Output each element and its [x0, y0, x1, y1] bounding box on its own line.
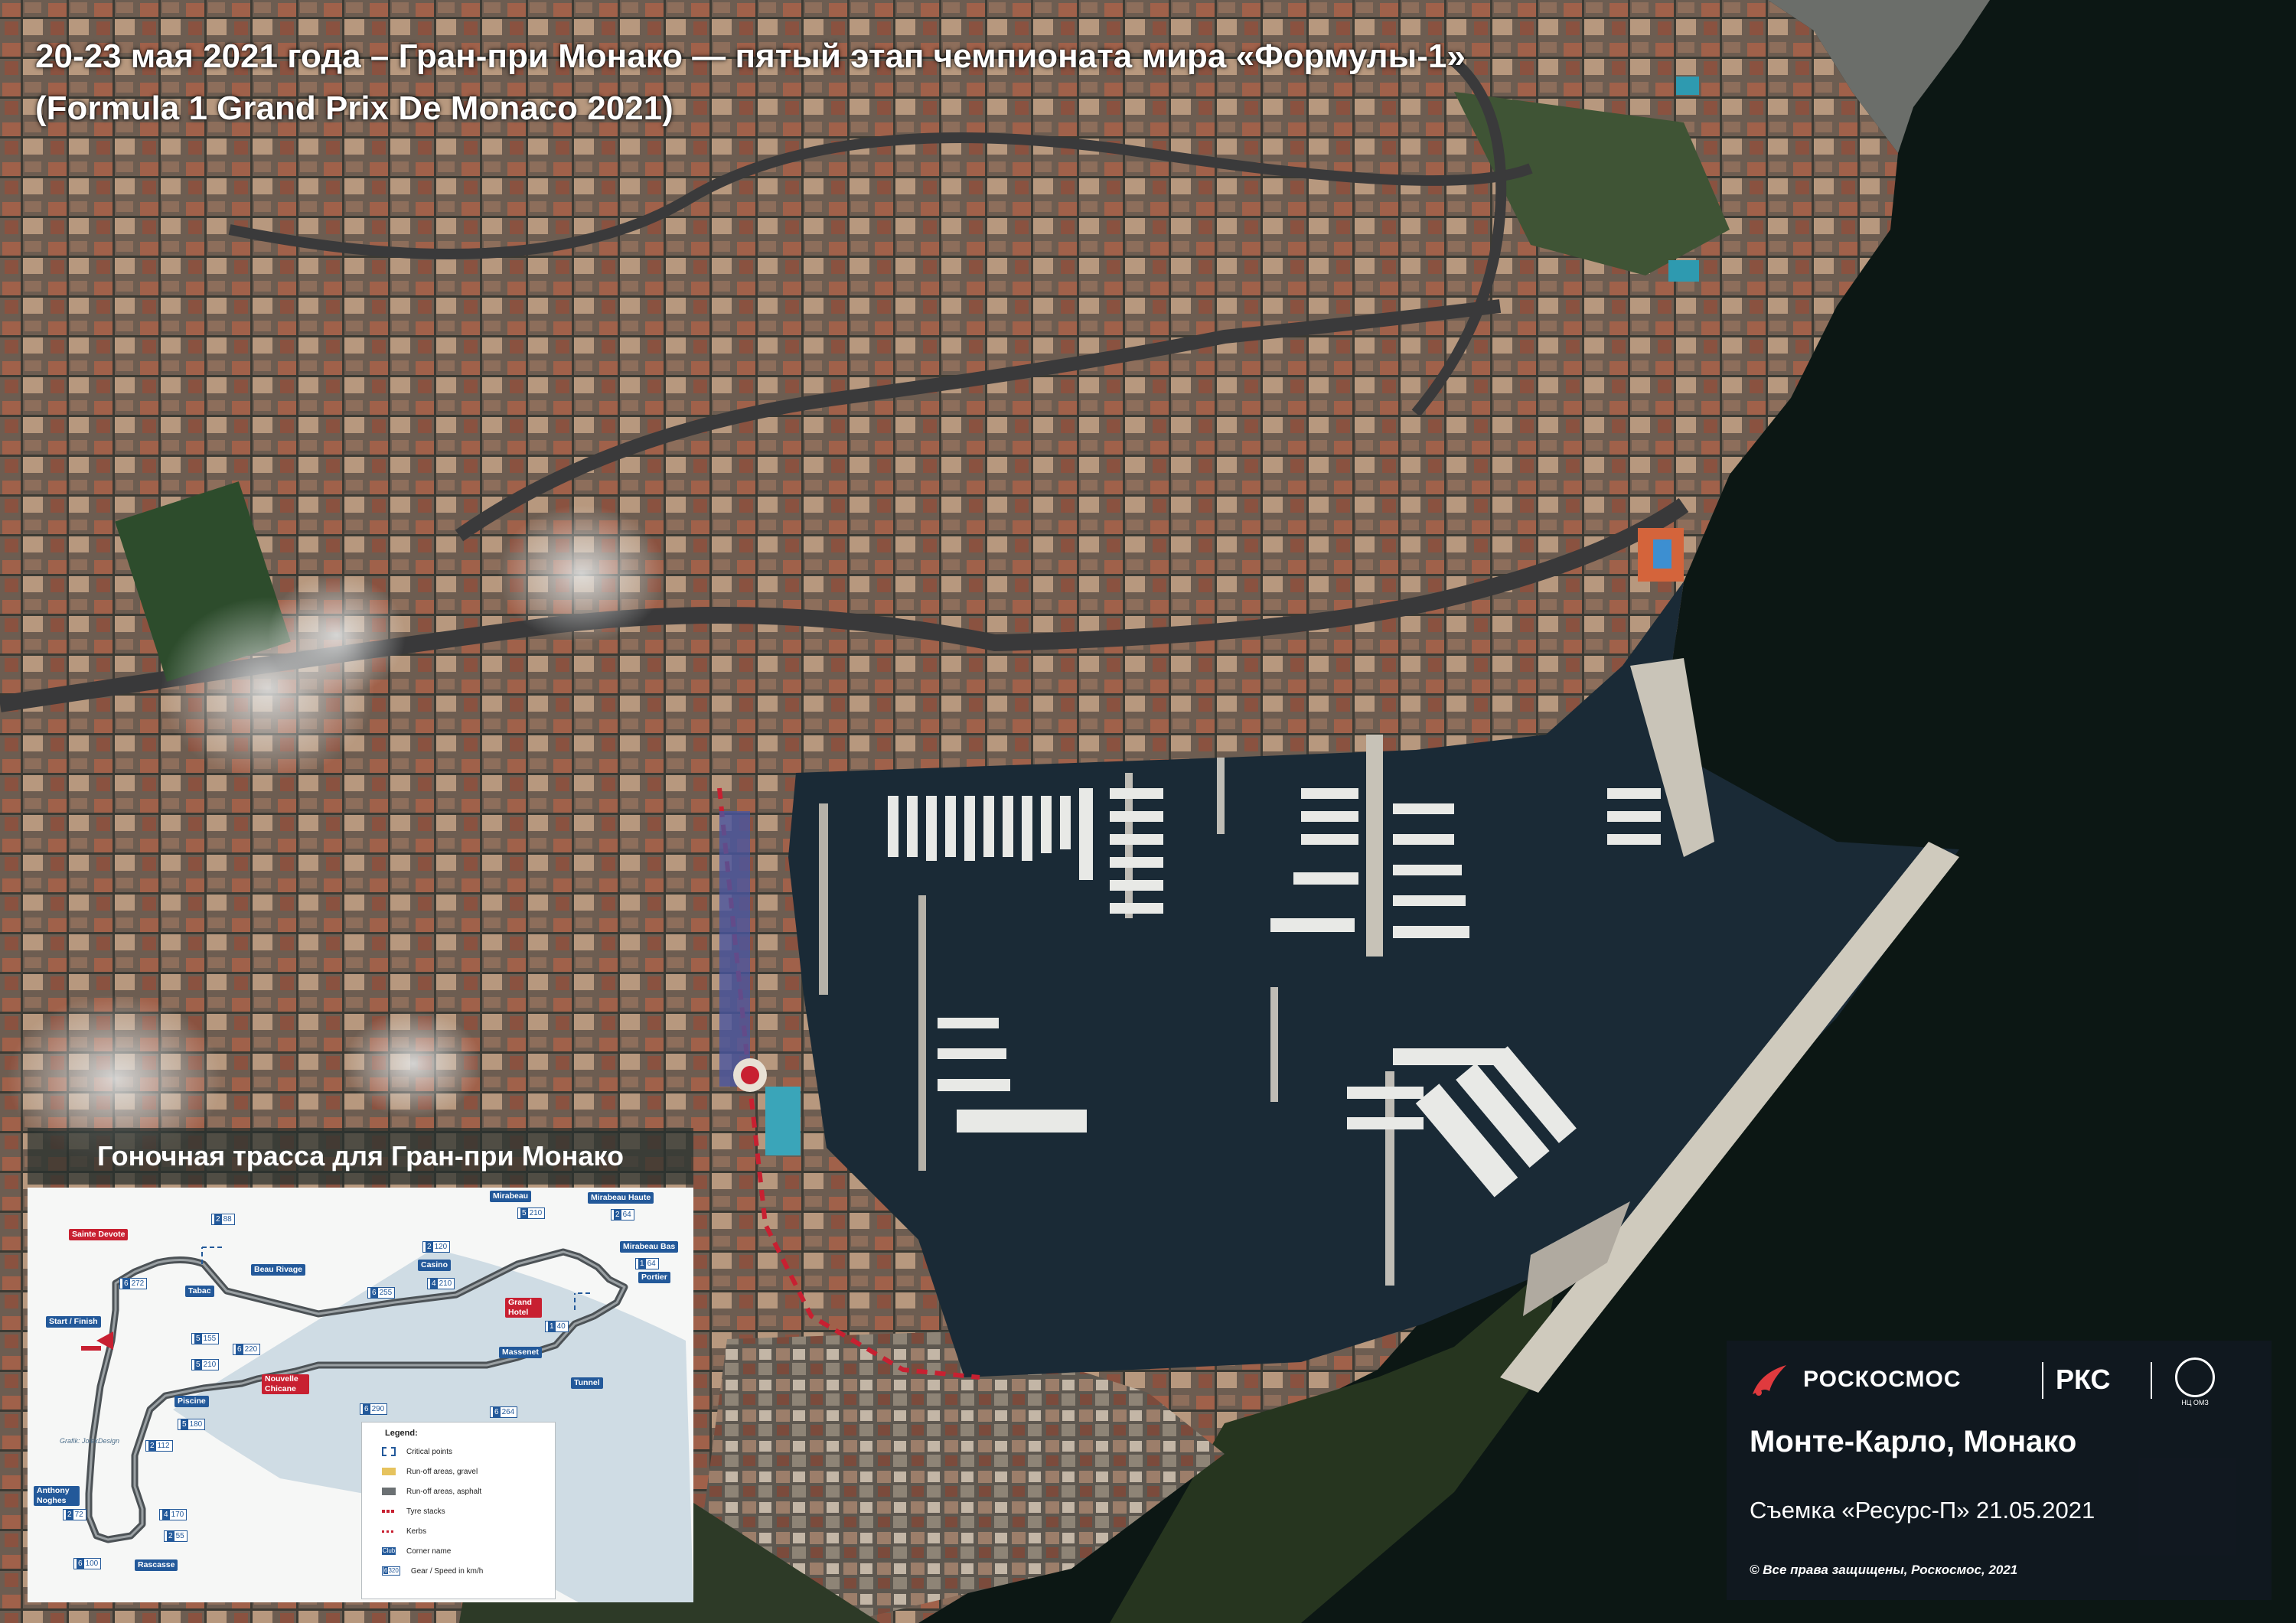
capture-info: Съемка «Ресурс-П» 21.05.2021 [1750, 1497, 2095, 1524]
speed-marker: 4 170 [159, 1509, 188, 1520]
corner-start-finish: Start / Finish [46, 1316, 101, 1328]
copyright: © Все права защищены, Роскосмос, 2021 [1750, 1563, 2018, 1577]
legend-item-kerbs: Kerbs [382, 1525, 553, 1539]
speed-marker: 5 180 [178, 1419, 206, 1430]
legend-item-asphalt: Run-off areas, asphalt [382, 1485, 553, 1499]
corner-sainte-devote: Sainte Devote [69, 1229, 129, 1240]
corner-mirabeau-bas: Mirabeau Bas [620, 1241, 679, 1253]
speed-marker: 6 290 [360, 1403, 388, 1415]
corner-nouvelle-chicane: Nouvelle Chicane [262, 1374, 309, 1394]
circuit-track-drawing [81, 1247, 693, 1602]
corner-casino: Casino [418, 1260, 452, 1271]
speed-marker: 6 264 [490, 1406, 518, 1418]
graphic-credit: Grafik: JolekDesign [60, 1437, 120, 1445]
legend-item-gear-speed: 6320 Gear / Speed in km/h [382, 1565, 553, 1579]
corner-rascasse: Rascasse [135, 1559, 178, 1571]
title-line-2: (Formula 1 Grand Prix De Monaco 2021) [35, 90, 673, 127]
circuit-inset: Гоночная трасса для Гран-при Монако Sain… [28, 1128, 693, 1602]
speed-marker: 2 120 [422, 1241, 451, 1253]
corner-portier: Portier [638, 1272, 670, 1283]
legend: Legend: Critical points Run-off areas, g… [361, 1422, 556, 1599]
legend-item-gravel: Run-off areas, gravel [382, 1465, 553, 1479]
title-line-1: 20-23 мая 2021 года – Гран-при Монако — … [35, 37, 1466, 75]
speed-marker: 5 210 [517, 1207, 546, 1219]
legend-item-critical-points: Critical points [382, 1445, 553, 1459]
speed-marker: 2 55 [164, 1530, 188, 1542]
corner-mirabeau-haute: Mirabeau Haute [588, 1192, 654, 1204]
corner-massenet: Massenet [499, 1347, 542, 1358]
speed-marker: 2 112 [145, 1440, 173, 1452]
legend-item-tyre-stacks: Tyre stacks [382, 1505, 553, 1519]
speed-marker: 6 100 [73, 1558, 102, 1569]
corner-tunnel: Tunnel [571, 1377, 603, 1389]
logo-divider [2151, 1362, 2152, 1399]
speed-marker: 5 210 [191, 1359, 220, 1370]
omz-emblem-caption: НЦ ОМЗ [2181, 1399, 2209, 1406]
roscosmos-wordmark: РОСКОСМОС [1803, 1367, 1962, 1392]
circuit-map-panel: Sainte Devote Beau Rivage Mirabeau Mirab… [28, 1188, 693, 1602]
speed-marker: 6 255 [367, 1287, 396, 1299]
inset-title: Гоночная трасса для Гран-при Монако [28, 1128, 693, 1185]
speed-marker: 6 272 [119, 1278, 148, 1289]
logos-row: РОСКОСМОС РКС НЦ ОМЗ [1746, 1357, 2256, 1406]
corner-beau-rivage: Beau Rivage [251, 1264, 306, 1276]
speed-marker: 4 210 [427, 1278, 455, 1289]
roscosmos-logo-icon [1753, 1365, 1786, 1396]
logo-divider [2042, 1362, 2043, 1399]
corner-anthony-noghes: Anthony Noghes [34, 1486, 80, 1506]
corner-mirabeau: Mirabeau [490, 1191, 532, 1202]
legend-item-corner-name: Club Corner name [382, 1547, 452, 1556]
speed-marker: 5 155 [191, 1333, 220, 1344]
speed-marker: 6 220 [233, 1344, 261, 1355]
location-title: Монте-Карло, Монако [1750, 1425, 2077, 1458]
corner-piscine: Piscine [174, 1396, 209, 1407]
omz-emblem-icon [2175, 1357, 2215, 1397]
speed-marker: 2 72 [63, 1509, 86, 1520]
corner-grand-hotel: Grand Hotel [505, 1298, 542, 1318]
rks-wordmark: РКС [2056, 1364, 2111, 1395]
speed-marker: 1 64 [635, 1258, 659, 1269]
speed-marker: 1 40 [545, 1321, 569, 1332]
corner-tabac: Tabac [185, 1286, 214, 1297]
speed-marker: 2 88 [211, 1214, 235, 1225]
caption-panel: РОСКОСМОС РКС НЦ ОМЗ Монте-Карло, Монако… [1727, 1341, 2272, 1600]
speed-marker: 2 64 [611, 1209, 634, 1221]
map-title: 20-23 мая 2021 года – Гран-при Монако — … [35, 31, 1466, 135]
legend-title: Legend: [385, 1429, 418, 1438]
